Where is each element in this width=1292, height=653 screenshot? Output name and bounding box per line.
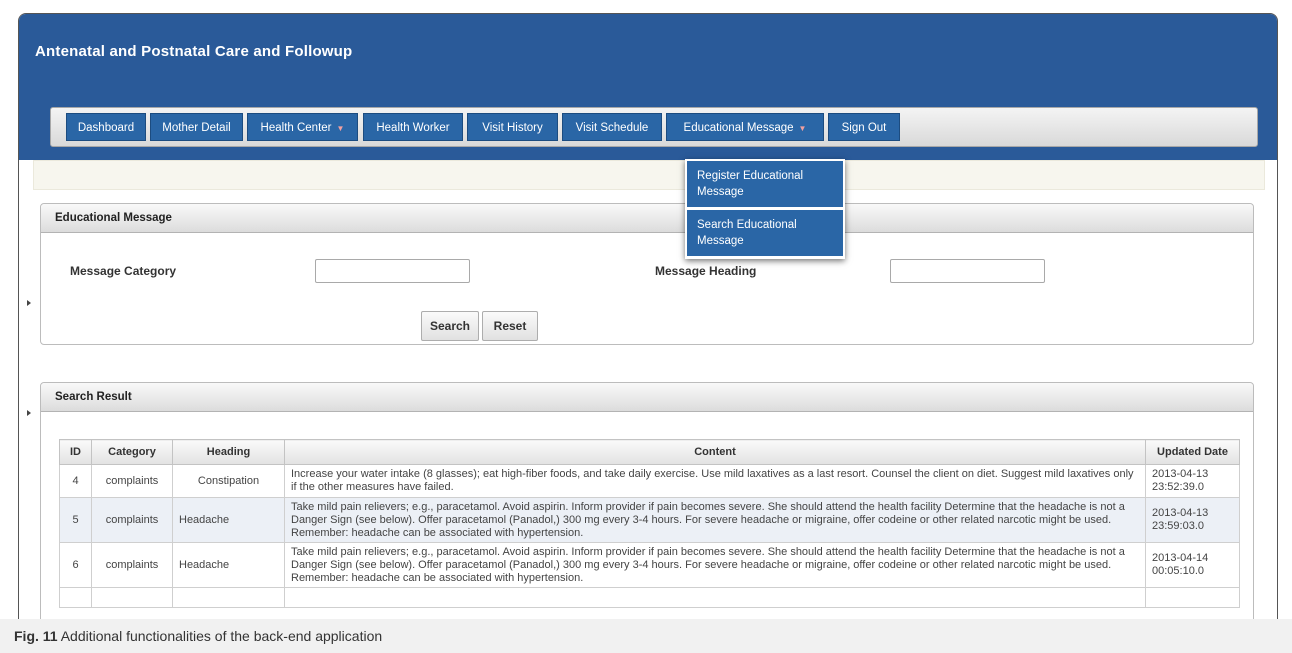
table-row[interactable]: 5 complaints Headache Take mild pain rel… xyxy=(59,497,1240,543)
search-panel-title: Educational Message xyxy=(41,204,1253,233)
menu-item-search-educational-message[interactable]: Search Educational Message xyxy=(687,210,843,256)
figure-caption-text: Additional functionalities of the back-e… xyxy=(60,628,383,644)
cell-empty xyxy=(59,587,92,608)
nav-label: Visit History xyxy=(482,122,543,134)
cell-heading: Constipation xyxy=(172,464,285,498)
table-row[interactable]: 6 complaints Headache Take mild pain rel… xyxy=(59,542,1240,588)
app-header: Antenatal and Postnatal Care and Followu… xyxy=(19,14,1277,160)
nav-label: Dashboard xyxy=(77,122,135,134)
message-category-input[interactable] xyxy=(315,259,470,283)
table-header-row: ID Category Heading Content Updated Date xyxy=(59,439,1240,465)
cell-time: 00:05:10.0 xyxy=(1152,565,1204,577)
menu-item-register-educational-message[interactable]: Register Educational Message xyxy=(687,161,843,207)
column-header-heading[interactable]: Heading xyxy=(172,439,285,465)
cell-empty xyxy=(91,587,173,608)
nav-visit-history[interactable]: Visit History xyxy=(467,113,558,141)
cell-id: 5 xyxy=(59,497,92,543)
cell-time: 23:59:03.0 xyxy=(1152,520,1204,532)
message-heading-label: Message Heading xyxy=(655,264,757,278)
cell-content: Increase your water intake (8 glasses); … xyxy=(284,464,1146,498)
column-header-category[interactable]: Category xyxy=(91,439,173,465)
collapse-handle-icon[interactable] xyxy=(27,300,31,306)
message-heading-input[interactable] xyxy=(890,259,1045,283)
cell-id: 4 xyxy=(59,464,92,498)
chevron-down-icon: ▼ xyxy=(336,124,345,133)
cell-date: 2013-04-14 xyxy=(1152,552,1209,564)
nav-label: Sign Out xyxy=(841,122,887,134)
cell-heading: Headache xyxy=(172,542,285,588)
table-row[interactable]: 4 complaints Constipation Increase your … xyxy=(59,464,1240,498)
search-button[interactable]: Search xyxy=(421,311,479,341)
cell-category: complaints xyxy=(91,464,173,498)
nav-label: Health Worker xyxy=(376,122,450,134)
cell-heading: Headache xyxy=(172,497,285,543)
nav-label: Mother Detail xyxy=(162,122,231,134)
cell-empty xyxy=(1145,587,1240,608)
cell-content: Take mild pain relievers; e.g., paraceta… xyxy=(284,542,1146,588)
cell-updated-date: 2013-04-13 23:52:39.0 xyxy=(1145,464,1240,498)
nav-label: Educational Message xyxy=(683,122,794,134)
search-panel: Educational Message Message Category Mes… xyxy=(40,203,1254,345)
figure-label: Fig. 11 xyxy=(14,628,58,644)
column-header-id[interactable]: ID xyxy=(59,439,92,465)
message-category-label: Message Category xyxy=(70,264,177,278)
cell-updated-date: 2013-04-14 00:05:10.0 xyxy=(1145,542,1240,588)
nav-mother-detail[interactable]: Mother Detail xyxy=(150,113,243,141)
cell-id: 6 xyxy=(59,542,92,588)
nav-label: Visit Schedule xyxy=(575,122,649,134)
app-window: Antenatal and Postnatal Care and Followu… xyxy=(18,13,1278,620)
nav-label: Health Center xyxy=(260,122,332,134)
cell-content: Take mild pain relievers; e.g., paraceta… xyxy=(284,497,1146,543)
educational-message-dropdown: Register Educational Message Search Educ… xyxy=(685,159,845,259)
cell-date: 2013-04-13 xyxy=(1152,507,1209,519)
nav-educational-message[interactable]: Educational Message ▼ xyxy=(666,113,824,141)
cell-date: 2013-04-13 xyxy=(1152,468,1209,480)
nav-sign-out[interactable]: Sign Out xyxy=(828,113,900,141)
cell-updated-date: 2013-04-13 23:59:03.0 xyxy=(1145,497,1240,543)
results-table: ID Category Heading Content Updated Date… xyxy=(59,439,1240,608)
notification-strip xyxy=(33,160,1265,190)
nav-dashboard[interactable]: Dashboard xyxy=(66,113,146,141)
collapse-handle-icon[interactable] xyxy=(27,410,31,416)
main-navbar: Dashboard Mother Detail Health Center ▼ H… xyxy=(50,107,1258,147)
figure-caption: Fig. 11 Additional functionalities of th… xyxy=(0,619,1292,653)
nav-health-center[interactable]: Health Center ▼ xyxy=(247,113,358,141)
reset-button[interactable]: Reset xyxy=(482,311,538,341)
cell-category: complaints xyxy=(91,497,173,543)
results-panel-title: Search Result xyxy=(41,383,1253,412)
cell-category: complaints xyxy=(91,542,173,588)
app-title: Antenatal and Postnatal Care and Followu… xyxy=(35,43,353,60)
chevron-down-icon: ▼ xyxy=(798,124,807,133)
nav-health-worker[interactable]: Health Worker xyxy=(363,113,463,141)
column-header-content[interactable]: Content xyxy=(284,439,1146,465)
cell-time: 23:52:39.0 xyxy=(1152,481,1204,493)
column-header-updated-date[interactable]: Updated Date xyxy=(1145,439,1240,465)
table-row[interactable] xyxy=(59,587,1240,608)
cell-empty xyxy=(284,587,1146,608)
cell-empty xyxy=(172,587,285,608)
nav-visit-schedule[interactable]: Visit Schedule xyxy=(562,113,662,141)
